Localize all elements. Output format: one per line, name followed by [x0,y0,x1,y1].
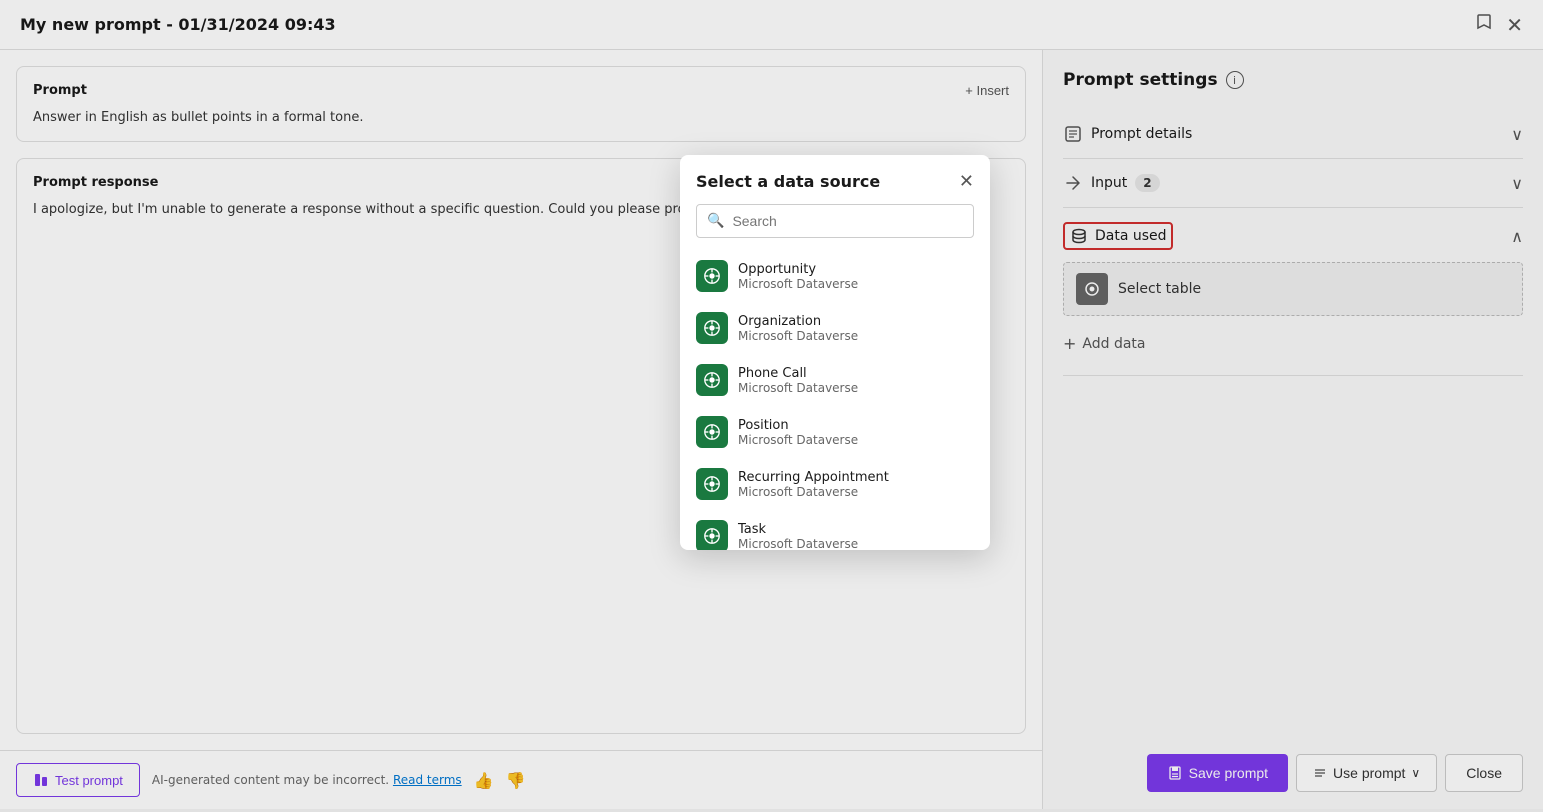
datasource-icon [696,312,728,344]
datasource-icon [696,468,728,500]
modal-list-item[interactable]: Organization Microsoft Dataverse [680,302,990,354]
item-sub: Microsoft Dataverse [738,329,858,343]
modal-header: Select a data source ✕ [680,155,990,204]
item-sub: Microsoft Dataverse [738,277,858,291]
modal-list-item[interactable]: Phone Call Microsoft Dataverse [680,354,990,406]
modal-list-item[interactable]: Opportunity Microsoft Dataverse [680,250,990,302]
item-sub: Microsoft Dataverse [738,381,858,395]
item-sub: Microsoft Dataverse [738,537,858,551]
item-name: Phone Call [738,366,858,381]
datasource-icon [696,416,728,448]
item-name: Recurring Appointment [738,470,889,485]
datasource-icon [696,364,728,396]
modal-list: Opportunity Microsoft Dataverse Organiza… [680,250,990,550]
item-name: Organization [738,314,858,329]
modal-close-button[interactable]: ✕ [959,171,974,192]
item-sub: Microsoft Dataverse [738,485,889,499]
modal-title: Select a data source [696,172,880,191]
datasource-icon [696,260,728,292]
modal-list-item[interactable]: Position Microsoft Dataverse [680,406,990,458]
modal-list-item[interactable]: Task Microsoft Dataverse [680,510,990,550]
search-input[interactable] [732,213,963,229]
item-name: Task [738,522,858,537]
select-data-source-modal: Select a data source ✕ 🔍 Opportunity Mic… [680,155,990,550]
search-icon: 🔍 [707,213,724,229]
item-name: Opportunity [738,262,858,277]
item-name: Position [738,418,858,433]
modal-list-item[interactable]: Recurring Appointment Microsoft Datavers… [680,458,990,510]
modal-search-box[interactable]: 🔍 [696,204,974,238]
item-sub: Microsoft Dataverse [738,433,858,447]
datasource-icon [696,520,728,550]
